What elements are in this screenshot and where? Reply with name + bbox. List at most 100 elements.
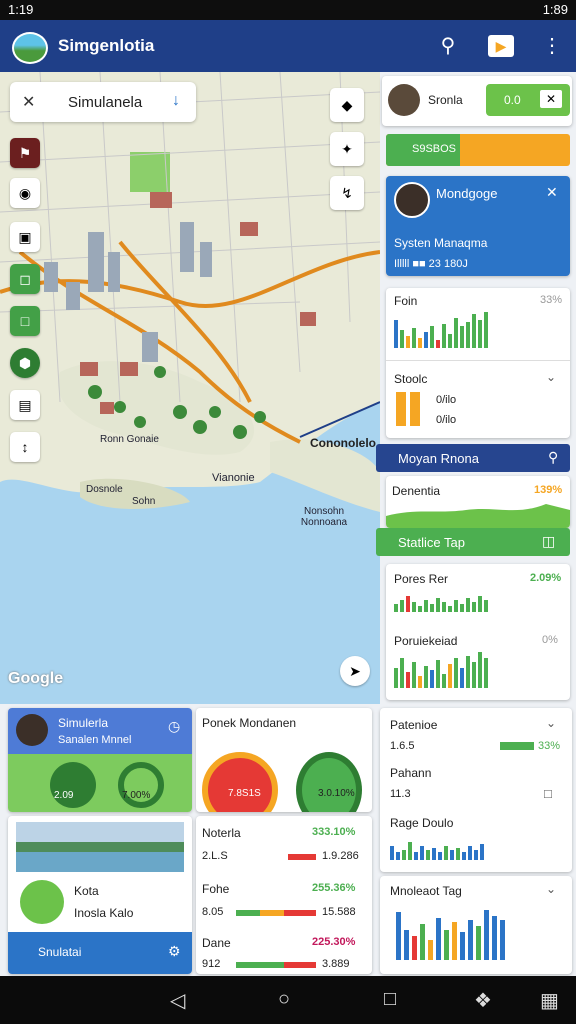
profile-card[interactable]: Mondgoge ✕ Systen Manaqma Illlll ■■ 23 1… [386,176,570,276]
search-icon[interactable]: ⚲ [548,449,558,466]
chevron-down-icon[interactable]: ⌄ [546,882,556,896]
map-view[interactable]: ✕ Simulanela ↓ ◆ ✦ ↯ ➤ ⚑ ◉ ▣ ◻ □ ⬢ ▤ ↕ C… [0,72,380,704]
user-action-label: 0.0 [504,93,521,107]
gauge [202,752,278,812]
banner-1[interactable]: Moyan Rnona ⚲ [376,444,570,472]
bar-chart [394,648,488,688]
clock-icon[interactable]: ◷ [168,718,180,735]
simulation-sub: Sanalen Mnnel [58,734,132,746]
close-icon[interactable]: ✕ [546,184,558,201]
param-title: Patenioe [390,718,438,732]
map-label: Dosnole [86,484,123,495]
home-icon[interactable]: ○ [278,988,290,1011]
photo-card[interactable]: Kota Inosla Kalo Snulatai ⚙ [8,816,192,974]
stat-pct: 333.10% [312,826,356,838]
camera-icon[interactable]: ▣ [10,222,40,252]
progress-bar: S9SBOS [386,134,570,166]
gauge [296,752,362,812]
map-search-box[interactable]: ✕ Simulanela ↓ [10,82,196,122]
stat-left: 2.L.S [202,850,228,862]
param-title: Rage Doulo [390,816,454,830]
user-card[interactable]: Sronla 0.0 ✕ [382,76,572,126]
location-icon[interactable]: ✦ [330,132,364,166]
stats-list: Noterla 333.10% 2.L.S 1.9.286 Fohe 255.3… [196,816,372,974]
chart-title: Stoolc [394,372,428,386]
stat-bar [236,962,316,968]
close-icon[interactable]: ✕ [540,90,562,108]
recents-icon[interactable]: □ [384,988,396,1011]
user-action-button[interactable]: 0.0 ✕ [486,84,570,116]
stat-left: 912 [202,958,221,970]
image-icon[interactable]: ◫ [542,533,555,550]
simulation-card[interactable]: Simulerla Sanalen Mnnel ◷ 2.09 7.00% [8,708,192,812]
chart-pct: 33% [540,294,563,306]
status-bar: 1:19 1:89 [0,0,576,20]
gauge-card: Ponek Mondanen 7.8S1S 3.0.10% [196,708,372,812]
share-icon[interactable]: ↯ [330,176,364,210]
system-nav-bar: ◁ ○ □ ❖ ▦ [0,976,576,1024]
bar-mark [410,392,420,426]
shield-icon[interactable]: ⬢ [10,348,40,378]
search-icon[interactable]: ⚲ [436,34,460,58]
chart-value: 0/ilo [436,414,457,426]
banner-title: Moyan Rnona [398,451,479,466]
chevron-down-icon[interactable]: ⌄ [546,370,556,384]
photo-sub: Inosla Kalo [74,906,134,920]
avatar [388,84,420,116]
bar-chart [390,834,484,860]
gauge-value: 7.8S1S [228,788,261,799]
profile-name: Mondgoge [436,186,498,201]
banner-2[interactable]: Statlice Tap ◫ [376,528,570,556]
top-chart-card: Mnoleaot Tag ⌄ [380,876,572,974]
chart-title: Foin [394,294,418,308]
stat-name: Noterla [202,826,241,840]
app-title: Simgenlotia [58,36,155,55]
chevron-down-icon[interactable]: ⌄ [546,716,556,730]
simulate-button[interactable]: Snulatai ⚙ [8,932,192,974]
user-name: Sronla [428,93,463,107]
param-title: Pahann [390,766,432,780]
bar-chart [396,904,505,960]
avatar [16,714,48,746]
bar-chart [394,588,488,612]
stat-name: Dane [202,936,231,950]
chevron-down-icon[interactable]: ↓ [172,92,180,110]
bar-mark [396,392,406,426]
photo-image [16,822,184,872]
map-search-input[interactable]: Simulanela [68,94,142,111]
back-icon[interactable]: ◁ [170,988,185,1013]
layers-icon[interactable]: ▶ [488,35,514,57]
gauge-value: 3.0.10% [318,788,355,799]
divider [386,360,570,361]
app-bar: Simgenlotia ⚲ ▶ ⋮ [0,20,576,72]
compass-icon[interactable]: ◆ [330,88,364,122]
layers-list-icon[interactable]: ▤ [10,390,40,420]
chart-value: 0/ilo [436,394,457,406]
gauge [118,762,164,808]
box-icon[interactable]: □ [10,306,40,336]
assistant-icon[interactable]: ❖ [474,988,492,1013]
navigate-icon[interactable]: ➤ [340,656,370,686]
chart-pct: 139% [534,484,563,496]
flag-icon[interactable]: ⚑ [10,138,40,168]
chart-card-3: Denentia 139% [386,476,570,528]
chart-title: Mnoleaot Tag [390,884,462,898]
gauge-title: Ponek Mondanen [202,716,297,730]
google-logo: Google [8,670,64,687]
cube-icon[interactable]: ◻ [10,264,40,294]
stat-left: 8.05 [202,906,224,918]
stat-bar [288,854,316,860]
screenshot-icon[interactable]: ▦ [540,988,559,1013]
swap-vertical-icon[interactable]: ↕ [10,432,40,462]
map-label: Nonsohn Nonnoana [300,506,348,528]
gauge-value: 2.09 [54,790,74,801]
profile-line: Illlll ■■ 23 180J [394,258,468,270]
settings-icon[interactable]: ⚙ [168,943,181,960]
map-label: Cononolelo [310,436,376,450]
lock-icon[interactable]: □ [544,786,552,801]
close-icon[interactable]: ✕ [22,92,35,112]
more-vert-icon[interactable]: ⋮ [540,34,564,58]
photo-name: Kota [74,884,99,898]
gauge [50,762,96,808]
pin-icon[interactable]: ◉ [10,178,40,208]
